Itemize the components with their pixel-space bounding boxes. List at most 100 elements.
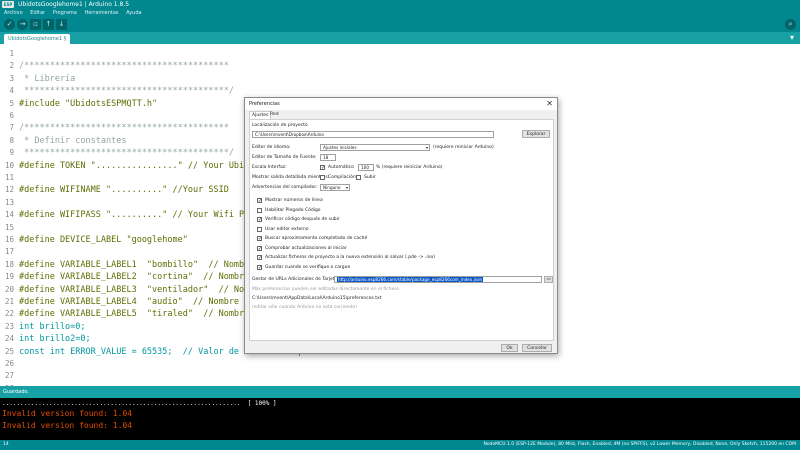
code-text: #define VARIABLE_LABEL4 "audio" // Nombr… [19, 297, 270, 307]
scale-field[interactable]: 100 [358, 164, 374, 171]
tab-red[interactable]: Red [268, 111, 281, 119]
preferences-dialog: Preferencias ✕ Ajustes Red Localización … [244, 97, 558, 354]
browse-button[interactable]: Explorar [522, 130, 550, 138]
fontsize-label: Editor de Tamaño de Fuente: [252, 155, 317, 160]
upload-button[interactable]: → [17, 19, 28, 30]
line-number: 17 [4, 247, 14, 257]
line-number: 25 [4, 346, 14, 356]
tab-sketch[interactable]: UbidotsGooglehome1 § [4, 34, 71, 44]
language-note: (requiere reiniciar Arduino) [433, 145, 494, 150]
title-bar: ESP UbidotsGooglehome1 | Arduino 1.8.5 [0, 0, 800, 9]
serial-monitor-button[interactable]: ⌕ [785, 19, 796, 30]
code-text: #define VARIABLE_LABEL3 "ventilador" // … [19, 284, 265, 295]
pref-checkbox[interactable]: ✓ [257, 264, 262, 270]
line-number: 22 [4, 309, 14, 319]
verbose-upload-checkbox[interactable] [356, 175, 361, 180]
pref-checkbox-label: Buscar aproximamento completado de caché [265, 236, 368, 241]
more-prefs-note: Más preferencias pueden ser editadas dir… [252, 287, 399, 292]
settings-panel: Localización de proyecto C:\Users\mvent\… [249, 119, 554, 341]
check-icon: ✓ [6, 20, 13, 28]
pref-checkbox[interactable] [257, 207, 262, 213]
sketchbook-path-field[interactable]: C:\Users\mvent\Dropbox\Arduino [252, 131, 494, 138]
arduino-logo: ESP [2, 1, 14, 8]
line-number: 16 [4, 235, 14, 244]
warnings-label: Advertencias del compilador: [252, 185, 318, 190]
verify-button[interactable]: ✓ [4, 19, 15, 30]
boards-url-label: Gestor de URLs Adicionales de Tarjetas: [252, 277, 342, 282]
save-button[interactable]: ↓ [56, 19, 67, 30]
menu-herramientas[interactable]: Herramientas [84, 10, 118, 16]
code-text: #define WIFIPASS ".........." // Your Wi… [19, 210, 260, 221]
new-button[interactable]: ▫ [30, 19, 41, 30]
pref-checkbox-label: Actualizar ficheros de proyecto a la nue… [265, 255, 436, 260]
code-text: /***************************************… [19, 123, 229, 134]
line-number: 7 [9, 123, 14, 133]
line-number: 14 [4, 210, 14, 220]
line-number: 12 [4, 185, 14, 195]
verbose-compile-checkbox[interactable] [320, 175, 325, 180]
menu-bar: Archivo Editar Programa Herramientas Ayu… [0, 9, 800, 17]
toolbar: ✓ → ▫ ↑ ↓ ⌕ [0, 17, 800, 32]
open-button[interactable]: ↑ [43, 19, 54, 30]
line-number: 18 [4, 259, 14, 269]
pref-checkbox[interactable]: ✓ [257, 255, 262, 261]
arrow-right-icon: → [19, 20, 26, 28]
tab-bar: UbidotsGooglehome1 § ▾ [0, 32, 800, 44]
verbose-upload-label: Subir [364, 175, 376, 180]
line-number: 6 [9, 111, 14, 120]
code-text: * Librería [19, 73, 76, 84]
pref-checkbox-label: Verificar código después de subir [265, 217, 340, 222]
ok-button[interactable]: Ok [501, 344, 518, 352]
prefs-file-path[interactable]: C:\Users\mvent\AppData\Local\Arduino15\p… [252, 296, 381, 302]
fontsize-field[interactable]: 18 [320, 154, 336, 161]
pref-checkbox[interactable] [257, 226, 262, 232]
line-number: 19 [4, 272, 14, 282]
line-number: 26 [4, 359, 14, 368]
warnings-select[interactable]: Ninguno ▾ [320, 184, 350, 191]
sketchbook-label: Localización de proyecto [252, 123, 308, 128]
pref-checkbox-label: Guardar cuando se verifique o cargue [265, 264, 351, 270]
pref-checkbox[interactable]: ✓ [257, 198, 262, 204]
language-select[interactable]: Ajustes iniciales ▾ [320, 144, 430, 151]
pref-checkbox[interactable]: ✓ [257, 236, 262, 242]
boards-url-value: http://arduino.esp8266.com/stable/packag… [337, 277, 484, 282]
scale-label: Escala Interfaz: [252, 165, 287, 170]
menu-ayuda[interactable]: Ayuda [126, 10, 141, 16]
menu-archivo[interactable]: Archivo [4, 10, 23, 16]
line-number: 21 [4, 297, 14, 306]
scale-auto-label: Automático [328, 165, 354, 170]
console-line: Invalid version found: 1.04 [2, 409, 133, 418]
pref-checkbox-label: Mostrar números de línea [265, 198, 323, 203]
code-text: int brillo=0; [19, 321, 86, 332]
chevron-down-icon: ▾ [425, 145, 428, 150]
dialog-title-bar: Preferencias ✕ [245, 98, 557, 110]
pref-checkbox[interactable]: ✓ [257, 217, 262, 223]
line-number: 10 [4, 160, 14, 170]
code-text: #include "UbidotsESPMQTT.h" [19, 98, 158, 109]
line-number: 8 [9, 135, 14, 145]
warnings-value: Ninguno [323, 185, 341, 190]
code-text: #define VARIABLE_LABEL1 "bombillo" // No… [19, 259, 270, 270]
window-title: UbidotsGooglehome1 | Arduino 1.8.5 [18, 1, 130, 8]
console-header: Guardado. [0, 386, 800, 398]
status-bar: 14 NodeMCU 1.0 (ESP-12E Module), 80 MHz,… [0, 440, 800, 450]
console-line: Invalid version found: 1.04 [2, 421, 133, 430]
scale-note: % (requiere reiniciar Arduino) [376, 165, 443, 170]
boards-url-field[interactable]: http://arduino.esp8266.com/stable/packag… [334, 276, 542, 283]
cancel-button[interactable]: Cancelar [522, 344, 552, 352]
line-number: 13 [4, 197, 14, 207]
pref-checkbox[interactable]: ✓ [257, 245, 262, 251]
pref-checkbox-label: Usar editor externo [265, 226, 309, 232]
boards-url-edit-button[interactable]: ▭ [544, 276, 553, 283]
chevron-down-icon[interactable]: ▾ [790, 33, 794, 42]
arrow-up-icon: ↑ [45, 20, 52, 28]
chevron-down-icon: ▾ [345, 185, 348, 190]
menu-editar[interactable]: Editar [30, 10, 45, 16]
line-number: 2 [9, 61, 14, 71]
close-icon[interactable]: ✕ [546, 99, 553, 108]
menu-programa[interactable]: Programa [53, 10, 77, 16]
line-number: 1 [9, 49, 14, 58]
scale-auto-checkbox[interactable]: ✓ [320, 165, 325, 171]
verbose-compile-label: Compilación [328, 175, 356, 180]
edit-note: (editar sólo cuando Arduino no está corr… [252, 305, 357, 310]
